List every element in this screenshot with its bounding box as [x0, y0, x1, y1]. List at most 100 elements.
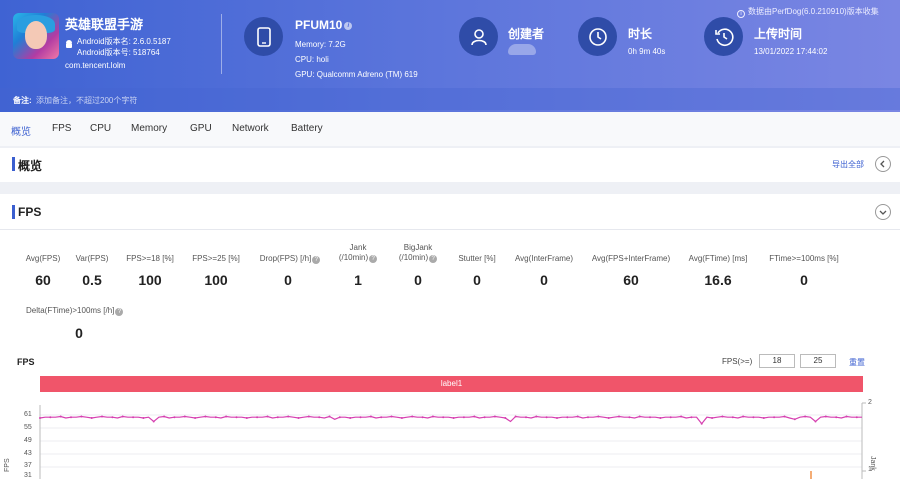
fps-series-line — [39, 415, 862, 425]
fps-point — [742, 415, 745, 418]
fps-point — [297, 417, 300, 419]
collapse-left-button[interactable] — [875, 156, 891, 172]
metric-value: 0 — [284, 272, 292, 288]
fps-point — [452, 417, 455, 419]
help-icon[interactable]: ? — [369, 255, 378, 263]
fps-point — [194, 417, 197, 419]
upload-time-label: 上传时间 — [754, 27, 803, 41]
fps-point — [804, 415, 807, 418]
fps-point — [183, 415, 186, 418]
fps-point — [80, 415, 83, 418]
reset-button[interactable]: 重置 — [849, 357, 865, 368]
fps-point — [731, 416, 734, 419]
tab-fps[interactable]: FPS — [52, 123, 71, 134]
metric-value: 60 — [35, 272, 51, 288]
fps-point — [328, 415, 331, 418]
tab-battery[interactable]: Battery — [291, 123, 323, 134]
chart-title: FPS — [17, 357, 35, 367]
device-info-icon[interactable]: i — [344, 21, 353, 30]
fps-point — [390, 415, 393, 418]
fps-point — [287, 415, 290, 418]
tab-network[interactable]: Network — [232, 123, 269, 134]
metric-label: Avg(FPS) — [25, 254, 61, 263]
header-divider — [221, 14, 222, 74]
fps-point — [462, 416, 465, 419]
fps-point — [783, 415, 786, 418]
fps-point — [556, 417, 558, 419]
fps-point — [762, 417, 765, 419]
fps-point — [607, 417, 610, 419]
fps-point — [163, 415, 166, 418]
metric-label: Stutter [%] — [458, 254, 496, 263]
metric-value: 100 — [204, 272, 228, 288]
fps-point — [721, 415, 724, 418]
tab-gpu[interactable]: GPU — [190, 123, 212, 134]
fps-point — [152, 420, 155, 423]
fps-point — [814, 420, 817, 423]
duration-value: 0h 9m 40s — [628, 47, 666, 56]
report-header: 英雄联盟手游 Android版本名: 2.6.0.5187 Android版本号… — [0, 0, 900, 112]
fps-point — [173, 416, 176, 419]
fps-point — [204, 415, 207, 418]
fps-point — [380, 416, 383, 419]
fps-point — [39, 417, 41, 419]
metric-value: 0 — [473, 272, 481, 288]
note-input[interactable]: 添加备注，不超过200个字符 — [36, 95, 137, 106]
fps-point — [576, 415, 579, 418]
fps-point — [618, 415, 620, 418]
device-memory: Memory: 7.2G — [295, 40, 346, 49]
metric-value: 16.6 — [704, 272, 732, 288]
fps-point — [266, 415, 269, 418]
phone-icon — [244, 17, 283, 56]
fps-point — [400, 417, 403, 419]
fps-threshold-label: FPS(>=) — [722, 357, 753, 366]
fps-point — [90, 417, 93, 419]
help-icon[interactable]: ? — [115, 308, 124, 316]
help-icon[interactable]: ? — [429, 255, 438, 263]
collapse-down-button[interactable] — [875, 204, 891, 220]
fps-point — [680, 415, 683, 418]
fps-chart[interactable] — [0, 395, 900, 479]
metric-label: Delta(FTime)>100ms [/h]? — [26, 306, 136, 316]
fps-threshold-input-2[interactable]: 25 — [800, 354, 836, 368]
tab-overview[interactable]: 概览 — [11, 123, 31, 138]
device-gpu: GPU: Qualcomm Adreno (TM) 619 — [295, 70, 418, 79]
fps-point — [70, 416, 72, 419]
fps-card-divider — [0, 229, 900, 230]
metric-label: Avg(FTime) [ms] — [688, 254, 748, 263]
fps-point — [493, 415, 496, 418]
fps-point — [132, 416, 135, 419]
clock-icon — [578, 17, 617, 56]
metric-label: FPS>=25 [%] — [192, 254, 240, 263]
metric-value: 0.5 — [82, 272, 102, 288]
export-all-link[interactable]: 导出全部 — [832, 159, 864, 170]
fps-threshold-input-1[interactable]: 18 — [759, 354, 795, 368]
help-icon[interactable]: ? — [312, 256, 321, 264]
overview-title: 概览 — [18, 159, 43, 173]
android-version-name: Android版本名: 2.6.0.5187 — [77, 37, 171, 46]
fps-point — [359, 416, 362, 419]
fps-point — [442, 416, 445, 419]
label-band[interactable]: label1 — [40, 376, 863, 392]
fps-point — [411, 415, 414, 418]
tab-memory[interactable]: Memory — [131, 123, 167, 134]
fps-point — [338, 416, 341, 419]
metric-label: FTime>=100ms [%] — [769, 254, 839, 263]
fps-point — [824, 415, 827, 418]
metric-value: 0 — [414, 272, 422, 288]
fps-point — [421, 416, 424, 419]
fps-point — [638, 415, 641, 418]
fps-point — [245, 417, 248, 419]
fps-point — [235, 416, 238, 419]
metric-label: BigJank (/10min)? — [390, 243, 446, 263]
overview-card — [0, 148, 900, 182]
android-version-code: Android版本号: 518764 — [77, 48, 160, 57]
tab-cpu[interactable]: CPU — [90, 123, 111, 134]
fps-point — [566, 416, 569, 419]
fps-point — [545, 416, 548, 419]
device-name: PFUM10 i — [295, 18, 353, 32]
user-icon — [459, 17, 498, 56]
fps-point — [597, 415, 600, 418]
fps-point — [225, 415, 228, 418]
metric-label: Avg(FPS+InterFrame) — [591, 254, 671, 263]
